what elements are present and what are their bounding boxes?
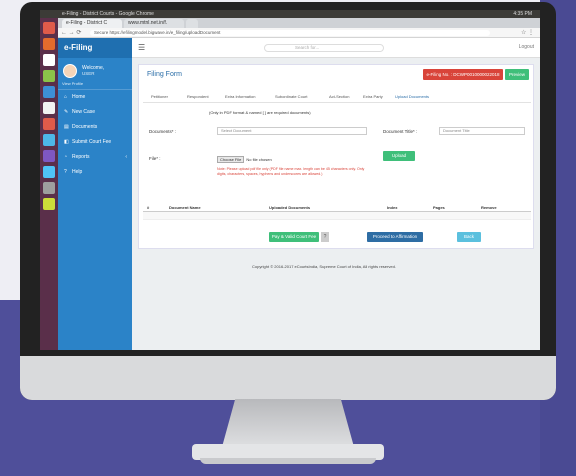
documents-label: Documents* : bbox=[149, 129, 177, 134]
column-header: Remove bbox=[481, 205, 497, 210]
sidebar-item-help[interactable]: ? Help bbox=[58, 165, 132, 180]
back-button[interactable]: Back bbox=[457, 232, 481, 242]
launcher-app-icon[interactable] bbox=[43, 150, 55, 162]
os-launcher bbox=[40, 18, 58, 350]
launcher-app-icon[interactable] bbox=[43, 134, 55, 146]
document-title-label: Document Title* : bbox=[383, 129, 418, 134]
draft-icon: ◧ bbox=[64, 139, 69, 145]
efiling-number-badge: e-Filing No. : DCWP0010000022018 bbox=[423, 69, 503, 80]
sidebar-item-court-fee[interactable]: ◧ Submit Court Fee bbox=[58, 135, 132, 150]
filing-form-card: Filing Form e-Filing No. : DCWP001000002… bbox=[138, 64, 534, 249]
new-case-icon: ✎ bbox=[64, 109, 69, 115]
tab-extra-party[interactable]: Extra Party bbox=[363, 94, 383, 99]
user-name: USER bbox=[82, 71, 95, 76]
help-icon: ? bbox=[64, 169, 67, 175]
footer-copyright: Copyright © 2016-2017 eCourtsIndia, Supr… bbox=[252, 264, 396, 269]
launcher-app-icon[interactable] bbox=[43, 54, 55, 66]
sidebar-item-documents[interactable]: ▤ Documents bbox=[58, 120, 132, 135]
app-topbar: ☰ Search for... Logout bbox=[132, 38, 540, 58]
browser-tab[interactable]: e-Filing - District C bbox=[62, 19, 122, 28]
launcher-app-icon[interactable] bbox=[43, 118, 55, 130]
file-label: File* : bbox=[149, 156, 161, 161]
launcher-app-icon[interactable] bbox=[43, 38, 55, 50]
sidebar-item-reports[interactable]: ◔ Reports ‹ bbox=[58, 150, 132, 165]
launcher-app-icon[interactable] bbox=[43, 102, 55, 114]
choose-file-button[interactable]: Choose File bbox=[217, 156, 245, 163]
column-header: Index bbox=[387, 205, 398, 210]
preview-button[interactable]: Preview bbox=[505, 69, 529, 80]
pay-court-fee-button[interactable]: Pay & Valid Court Fee bbox=[269, 232, 319, 242]
clock: 4:35 PM bbox=[513, 11, 532, 17]
launcher-app-icon[interactable] bbox=[43, 166, 55, 178]
document-title-input[interactable]: Document Title bbox=[439, 127, 525, 135]
tab-extra-information[interactable]: Extra Information bbox=[225, 94, 255, 99]
reports-icon: ◔ bbox=[64, 154, 68, 160]
sidebar-item-label: Home bbox=[72, 94, 86, 100]
column-header: Uploaded Documents bbox=[269, 205, 311, 210]
sidebar-item-label: Help bbox=[72, 169, 83, 175]
efiling-app: e-Filing Welcome, USER View Profile ⌂ Hom… bbox=[58, 38, 540, 350]
launcher-app-icon[interactable] bbox=[43, 86, 55, 98]
upload-button[interactable]: Upload bbox=[383, 151, 415, 161]
tab-respondent[interactable]: Respondent bbox=[187, 94, 209, 99]
main-content: Filing Form e-Filing No. : DCWP001000002… bbox=[132, 58, 540, 350]
page-title: Filing Form bbox=[147, 71, 183, 78]
tab-act-section[interactable]: Act-Section bbox=[329, 94, 349, 99]
tab-subordinate-court[interactable]: Subordinate Court bbox=[275, 94, 307, 99]
documents-select[interactable]: Select Document bbox=[217, 127, 367, 135]
address-bar[interactable]: Secure https://efilingmodel.bigwave.in/e… bbox=[90, 30, 490, 36]
column-header: # bbox=[147, 205, 150, 210]
sidebar-item-label: Documents bbox=[72, 124, 98, 130]
table-row bbox=[143, 212, 531, 220]
upload-note: (Only in PDF format & named [ ] are requ… bbox=[209, 110, 311, 115]
screen: e-Filing - District Courts - Google Chro… bbox=[40, 10, 540, 350]
browser-tab[interactable]: www.mtnl.net.in/f. bbox=[124, 19, 184, 28]
column-header: Pages bbox=[433, 205, 445, 210]
brand-logo[interactable]: e-Filing bbox=[58, 38, 132, 58]
launcher-app-icon[interactable] bbox=[43, 198, 55, 210]
avatar[interactable] bbox=[63, 64, 77, 78]
documents-table: # Document Name Uploaded Documents Index… bbox=[143, 203, 531, 220]
sidebar-item-label: Submit Court Fee bbox=[72, 139, 112, 145]
browser-tab-strip: e-Filing - District C www.mtnl.net.in/f. bbox=[58, 18, 540, 28]
browser-nav-buttons[interactable]: ← → ⟳ bbox=[61, 29, 81, 36]
proceed-to-affirmation-button[interactable]: Proceed to Affirmation bbox=[367, 232, 423, 242]
menu-toggle-icon[interactable]: ☰ bbox=[138, 44, 145, 52]
chevron-left-icon: ‹ bbox=[125, 154, 127, 160]
table-header: # Document Name Uploaded Documents Index… bbox=[143, 203, 531, 212]
new-tab-button[interactable] bbox=[186, 19, 198, 28]
sidebar: e-Filing Welcome, USER View Profile ⌂ Hom… bbox=[58, 38, 132, 350]
monitor-base-edge bbox=[200, 458, 376, 464]
sidebar-item-label: New Case bbox=[72, 109, 96, 115]
form-tabs: Petitioner Respondent Extra Information … bbox=[143, 93, 531, 103]
launcher-app-icon[interactable] bbox=[43, 182, 55, 194]
tab-upload-documents[interactable]: Upload Documents bbox=[395, 94, 429, 99]
logout-link[interactable]: Logout bbox=[519, 44, 534, 50]
tab-petitioner[interactable]: Petitioner bbox=[151, 94, 168, 99]
os-top-bar: e-Filing - District Courts - Google Chro… bbox=[40, 10, 540, 18]
user-panel: Welcome, USER View Profile bbox=[58, 58, 132, 90]
search-input[interactable]: Search for... bbox=[264, 44, 384, 52]
launcher-app-icon[interactable] bbox=[43, 22, 55, 34]
sidebar-item-home[interactable]: ⌂ Home bbox=[58, 90, 132, 105]
window-title: e-Filing - District Courts - Google Chro… bbox=[62, 11, 154, 17]
sidebar-item-label: Reports bbox=[72, 154, 90, 160]
monitor-stand bbox=[222, 399, 354, 447]
question-icon[interactable]: ? bbox=[321, 232, 329, 242]
upload-warning: Note: Please upload pdf file only (PDF f… bbox=[217, 167, 365, 176]
sidebar-item-new-case[interactable]: ✎ New Case bbox=[58, 105, 132, 120]
home-icon: ⌂ bbox=[64, 94, 68, 100]
launcher-app-icon[interactable] bbox=[43, 70, 55, 82]
documents-icon: ▤ bbox=[64, 124, 69, 130]
browser-menu-icon[interactable]: ☆ ⋮ bbox=[521, 29, 534, 36]
monitor-chin bbox=[20, 356, 556, 400]
column-header: Document Name bbox=[169, 205, 201, 210]
file-input[interactable]: Choose File No file chosen bbox=[217, 156, 272, 163]
no-file-text: No file chosen bbox=[246, 157, 272, 162]
browser-toolbar: ← → ⟳ Secure https://efilingmodel.bigwav… bbox=[58, 28, 540, 38]
view-profile-link[interactable]: View Profile bbox=[62, 81, 83, 86]
